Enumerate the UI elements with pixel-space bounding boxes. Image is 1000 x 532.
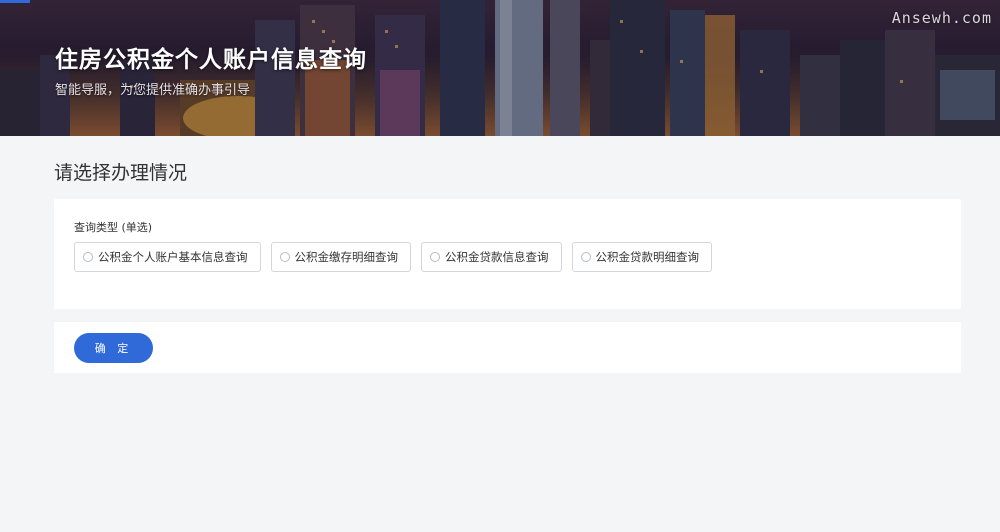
watermark: Ansewh.com bbox=[891, 9, 992, 27]
option-basic-info[interactable]: 公积金个人账户基本信息查询 bbox=[74, 242, 261, 272]
option-label: 公积金贷款明细查询 bbox=[595, 250, 700, 264]
query-type-card: 查询类型 (单选) 公积金个人账户基本信息查询 公积金缴存明细查询 公积金贷款信… bbox=[54, 199, 961, 309]
option-label: 公积金贷款信息查询 bbox=[445, 250, 549, 264]
corner-accent bbox=[0, 0, 30, 3]
section-title: 请选择办理情况 bbox=[54, 162, 188, 184]
option-label: 公积金缴存明细查询 bbox=[294, 250, 399, 264]
page-subtitle: 智能导服，为您提供准确办事引导 bbox=[55, 83, 251, 98]
radio-icon[interactable] bbox=[83, 252, 93, 262]
radio-icon[interactable] bbox=[279, 252, 290, 262]
query-type-options: 公积金个人账户基本信息查询 公积金缴存明细查询 公积金贷款信息查询 公积金贷款明… bbox=[74, 242, 722, 272]
confirm-button[interactable]: 确 定 bbox=[74, 333, 153, 363]
page-title: 住房公积金个人账户信息查询 bbox=[55, 47, 367, 73]
query-type-label: 查询类型 (单选) bbox=[74, 221, 153, 234]
radio-icon[interactable] bbox=[430, 252, 440, 262]
radio-icon[interactable] bbox=[580, 252, 591, 262]
header-banner: 住房公积金个人账户信息查询 智能导服，为您提供准确办事引导 Ansewh.com bbox=[0, 0, 1000, 136]
option-label: 公积金个人账户基本信息查询 bbox=[98, 250, 248, 264]
option-loan-detail[interactable]: 公积金贷款明细查询 bbox=[571, 242, 712, 272]
option-loan-info[interactable]: 公积金贷款信息查询 bbox=[421, 242, 562, 272]
option-deposit-detail[interactable]: 公积金缴存明细查询 bbox=[270, 242, 411, 272]
action-card: 确 定 bbox=[54, 322, 961, 373]
